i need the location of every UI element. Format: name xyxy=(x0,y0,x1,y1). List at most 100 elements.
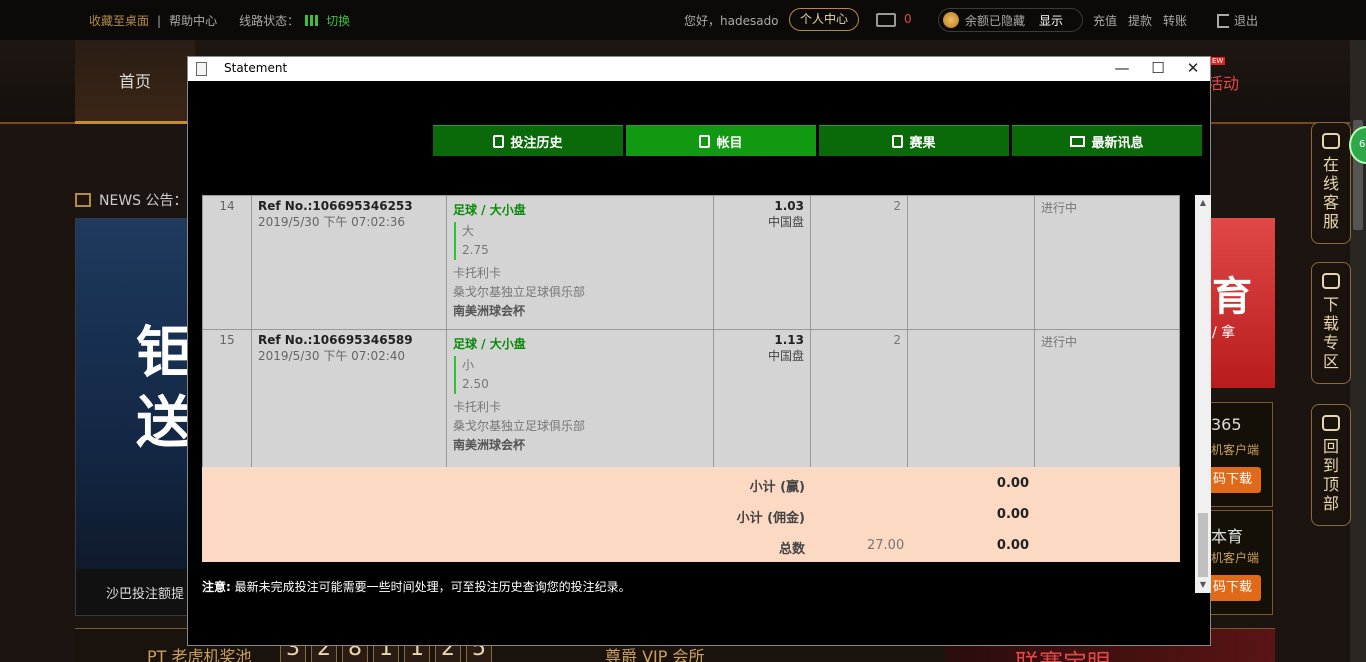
app-download-button[interactable]: 码下载 xyxy=(1211,575,1261,601)
summary-total-stake: 27.00 xyxy=(867,538,905,553)
bet-odds-cell: 1.13 中国盘 xyxy=(713,329,811,469)
show-balance-button[interactable]: 显示 xyxy=(1039,12,1063,29)
app-box-sub: 机客户端 xyxy=(1211,551,1260,565)
bet-pick-line: 2.75 xyxy=(462,243,489,257)
personal-center-button[interactable]: 个人中心 xyxy=(789,8,859,31)
statement-tabs: 投注历史 帐目 赛果 最新讯息 xyxy=(433,125,1202,156)
app-download-button[interactable]: 码下载 xyxy=(1211,467,1261,493)
tab-account[interactable]: 帐目 xyxy=(626,125,816,156)
app-box-title: 本育 xyxy=(1211,527,1244,546)
bet-status: 进行中 xyxy=(1034,195,1180,330)
bet-league: 南美洲球会杯 xyxy=(453,438,526,452)
bet-time: 2019/5/30 下午 07:02:40 xyxy=(258,349,406,363)
balance-hidden-text: 余额已隐藏 xyxy=(965,13,1026,28)
help-center-link[interactable]: 帮助中心 xyxy=(169,12,217,29)
clipboard-icon xyxy=(493,134,505,148)
side-online-service[interactable]: 在线客服 xyxy=(1311,122,1351,244)
bet-ref-cell: Ref No.:106695346589 2019/5/30 下午 07:02:… xyxy=(251,329,447,469)
bet-market: 足球 / 大小盘 xyxy=(453,337,526,351)
mail-count: 0 xyxy=(904,12,912,26)
side-top-label: 回到顶部 xyxy=(1323,437,1340,513)
side-service-label: 在线客服 xyxy=(1323,155,1340,231)
bet-odds: 1.13 xyxy=(774,333,804,347)
summary-label: 小计 (佣金) xyxy=(736,511,805,526)
summary-label: 小计 (赢) xyxy=(749,480,805,495)
modal-scroll-thumb[interactable] xyxy=(1198,513,1208,577)
note-text: 注意: 最新未完成投注可能需要一些时间处理，可至投注历史查询您的投注纪录。 xyxy=(202,578,631,595)
logout-button[interactable]: 退出 xyxy=(1217,12,1258,29)
switch-line-link[interactable]: 切换 xyxy=(326,12,350,29)
coin-icon xyxy=(943,12,959,28)
bet-teams: 卡托利卡 桑戈尔基独立足球俱乐部 南美洲球会杯 xyxy=(453,398,707,455)
nav-home[interactable]: 首页 xyxy=(75,40,195,124)
modal-scrollbar[interactable]: ▲ ▼ xyxy=(1195,195,1211,593)
statement-window: Statement — ☐ ✕ 投注历史 帐目 赛果 最新讯息 14 Ref N… xyxy=(187,56,1211,646)
summary-row-win: 小计 (赢) 0.00 xyxy=(202,476,1180,496)
table-row: 14 Ref No.:106695346253 2019/5/30 下午 07:… xyxy=(202,195,1180,330)
add-favorite-link[interactable]: 收藏至桌面 xyxy=(89,12,149,29)
withdraw-link[interactable]: 提款 xyxy=(1128,12,1152,29)
summary-label: 总数 xyxy=(778,542,805,557)
ledger-icon xyxy=(699,134,711,148)
scoreboard-icon xyxy=(892,134,904,148)
mail-icon[interactable] xyxy=(876,13,896,27)
rocket-icon xyxy=(1322,415,1340,431)
balance-box: 余额已隐藏 显示 xyxy=(938,8,1083,32)
summary-row-total: 总数 27.00 0.00 xyxy=(202,538,1180,558)
envelope-icon xyxy=(1070,135,1086,147)
scroll-down-arrow-icon[interactable]: ▼ xyxy=(1195,577,1211,593)
tab-label: 投注历史 xyxy=(510,135,563,151)
summary-panel: 小计 (赢) 0.00 小计 (佣金) 0.00 总数 27.00 0.00 xyxy=(202,467,1180,562)
deposit-link[interactable]: 充值 xyxy=(1093,12,1117,29)
transfer-link[interactable]: 转账 xyxy=(1163,12,1187,29)
bet-stake: 2 xyxy=(810,195,908,330)
side-back-to-top[interactable]: 回到顶部 xyxy=(1311,404,1351,526)
bet-market: 足球 / 大小盘 xyxy=(453,203,526,217)
bet-detail-cell: 足球 / 大小盘 小 2.50 卡托利卡 桑戈尔基独立足球俱乐部 南美洲球会杯 xyxy=(446,329,714,469)
app-box-sub: 机客户端 xyxy=(1211,443,1260,457)
minimize-button[interactable]: — xyxy=(1104,57,1140,81)
account-links: 充值 提款 转账 xyxy=(1093,12,1187,29)
summary-value: 0.00 xyxy=(996,476,1029,491)
bet-detail-cell: 足球 / 大小盘 大 2.75 卡托利卡 桑戈尔基独立足球俱乐部 南美洲球会杯 xyxy=(446,195,714,330)
bet-status: 进行中 xyxy=(1034,329,1180,469)
line-status-label: 线路状态： xyxy=(239,14,300,28)
tab-results[interactable]: 赛果 xyxy=(819,125,1009,156)
bet-odds-type: 中国盘 xyxy=(767,215,804,229)
tab-latest-news[interactable]: 最新讯息 xyxy=(1012,125,1202,156)
news-bar: NEWS 公告： xyxy=(75,190,188,210)
app-box-2: 本育 机客户端 码下载 xyxy=(1210,510,1273,615)
nav-activity[interactable]: 活动 xyxy=(1207,70,1239,94)
window-title: Statement xyxy=(224,61,288,75)
table-row: 15 Ref No.:106695346589 2019/5/30 下午 07:… xyxy=(202,329,1180,469)
app-box-title: 365 xyxy=(1211,415,1242,434)
bet-ref: Ref No.:106695346253 xyxy=(258,199,413,213)
maximize-button[interactable]: ☐ xyxy=(1140,57,1176,81)
bet-opponent: 桑戈尔基独立足球俱乐部 xyxy=(453,285,586,299)
greeting-text: 您好，hadesado xyxy=(684,14,779,28)
top-left-links: 收藏至桌面 | 帮助中心 线路状态： 切换 xyxy=(89,12,350,29)
main-banner[interactable]: 钜 送 沙巴投注额提 xyxy=(75,218,192,616)
news-label: NEWS 公告： xyxy=(99,193,188,209)
close-button[interactable]: ✕ xyxy=(1175,57,1211,81)
summary-row-commission: 小计 (佣金) 0.00 xyxy=(202,507,1180,527)
headset-icon xyxy=(1322,133,1340,149)
bet-pick: 小 2.50 xyxy=(454,356,707,394)
promo-sub-text: / 拿 xyxy=(1212,325,1236,341)
document-icon xyxy=(196,62,207,76)
tab-bet-history[interactable]: 投注历史 xyxy=(433,125,623,156)
banner-caption: 沙巴投注额提 xyxy=(76,569,191,615)
side-download[interactable]: 下载专区 xyxy=(1311,262,1351,384)
window-titlebar[interactable]: Statement — ☐ ✕ xyxy=(188,57,1210,81)
new-badge: EW xyxy=(1210,57,1226,65)
scroll-up-arrow-icon[interactable]: ▲ xyxy=(1195,195,1211,211)
bet-odds-cell: 1.03 中国盘 xyxy=(713,195,811,330)
bet-odds: 1.03 xyxy=(774,199,804,213)
promo-big-text: 育 xyxy=(1212,274,1252,320)
bet-team: 卡托利卡 xyxy=(453,400,502,414)
right-promo[interactable]: 育 / 拿 xyxy=(1210,218,1275,388)
summary-value: 0.00 xyxy=(996,538,1029,553)
bet-team: 卡托利卡 xyxy=(453,266,502,280)
bet-number: 14 xyxy=(202,195,252,330)
bet-pick-line: 2.50 xyxy=(462,377,489,391)
